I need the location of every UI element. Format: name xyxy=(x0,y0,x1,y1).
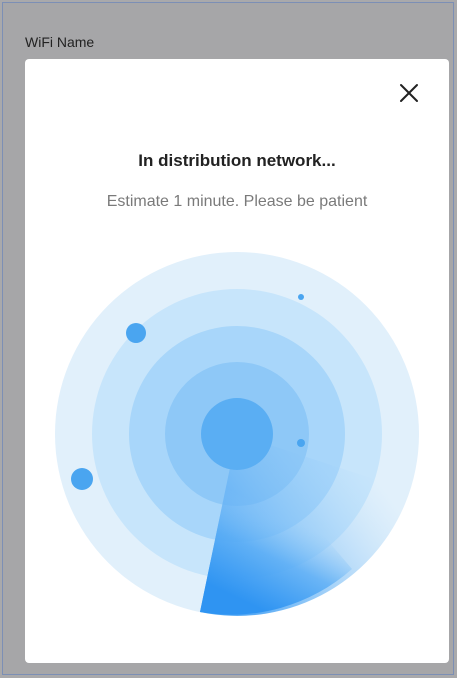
wifi-name-label: WiFi Name xyxy=(25,34,95,50)
radar-dot xyxy=(297,439,305,447)
radar-center xyxy=(201,398,273,470)
radar-dot xyxy=(126,323,146,343)
dialog-title: In distribution network... xyxy=(138,151,336,170)
dialog-subtitle: Estimate 1 minute. Please be patient xyxy=(106,193,368,210)
radar-dot xyxy=(71,468,93,490)
app-window: WiFi Name In distribution network... Est… xyxy=(2,2,454,675)
radar-scan-icon xyxy=(52,249,422,619)
network-config-dialog: In distribution network... Estimate 1 mi… xyxy=(25,59,449,663)
radar-dot xyxy=(298,294,304,300)
close-icon[interactable] xyxy=(395,79,423,107)
